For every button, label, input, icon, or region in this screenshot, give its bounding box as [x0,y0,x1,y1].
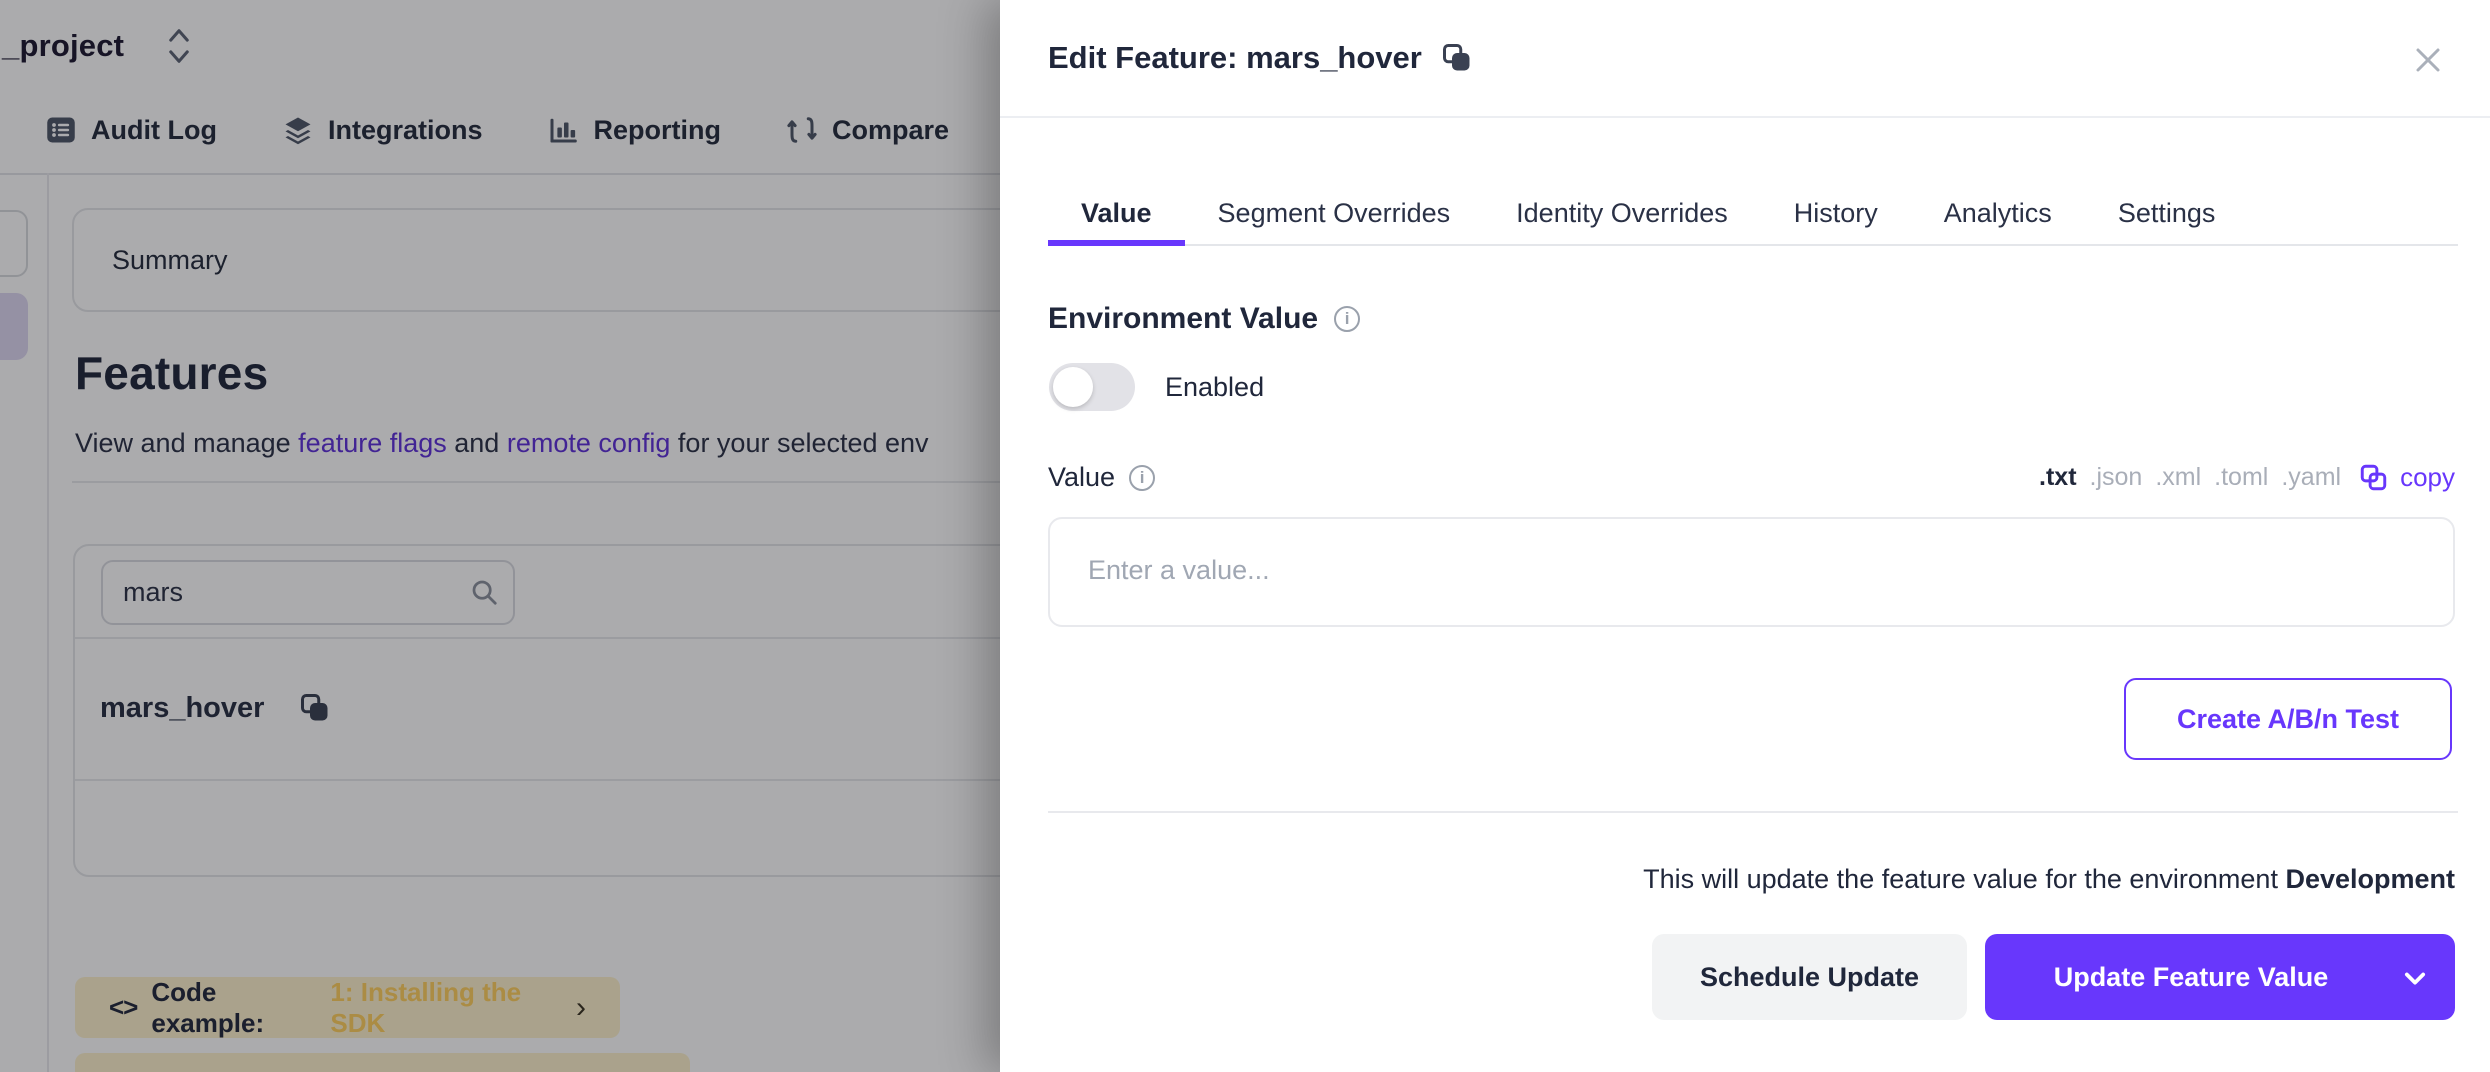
tab-settings[interactable]: Settings [2085,186,2249,246]
format-xml[interactable]: .xml [2155,463,2201,492]
edit-feature-drawer: Edit Feature: mars_hover Value Segment O… [1000,0,2490,1072]
value-input[interactable] [1048,517,2455,627]
format-txt[interactable]: .txt [2039,463,2077,492]
screen: _project Audit Log Integrations [0,0,2490,1072]
copy-feature-name-icon[interactable] [1442,43,1472,73]
format-yaml[interactable]: .yaml [2281,463,2341,492]
toggle-knob [1053,367,1093,407]
info-icon[interactable]: i [1334,306,1360,332]
create-abn-test-button[interactable]: Create A/B/n Test [2124,678,2452,760]
chevron-down-icon [2401,964,2429,992]
update-note-text: This will update the feature value for t… [1643,864,2285,894]
drawer-title: Edit Feature: mars_hover [1048,40,1422,76]
enabled-label: Enabled [1165,372,1264,403]
copy-value-link[interactable]: copy [2400,462,2455,493]
tab-history[interactable]: History [1761,186,1911,246]
format-json[interactable]: .json [2090,463,2143,492]
copy-value-icon[interactable] [2360,464,2387,491]
drawer-tabs: Value Segment Overrides Identity Overrid… [1048,186,2458,246]
tab-analytics[interactable]: Analytics [1911,186,2085,246]
info-icon[interactable]: i [1129,465,1155,491]
drawer-header: Edit Feature: mars_hover [1000,0,2490,118]
environment-name: Development [2285,864,2455,894]
footer-divider [1048,811,2458,813]
update-note: This will update the feature value for t… [1643,864,2455,895]
format-selector: .txt .json .xml .toml .yaml copy [2039,462,2455,493]
update-feature-value-button[interactable]: Update Feature Value [1985,934,2455,1020]
environment-value-heading: Environment Value [1048,302,1318,336]
tab-identity-overrides[interactable]: Identity Overrides [1483,186,1761,246]
close-icon[interactable] [2408,40,2448,80]
update-button-label: Update Feature Value [2054,962,2329,992]
schedule-update-button[interactable]: Schedule Update [1652,934,1967,1020]
tab-value[interactable]: Value [1048,186,1185,246]
value-label: Value [1048,462,1115,493]
tab-segment-overrides[interactable]: Segment Overrides [1185,186,1484,246]
format-toml[interactable]: .toml [2214,463,2268,492]
enabled-toggle[interactable] [1049,363,1135,411]
